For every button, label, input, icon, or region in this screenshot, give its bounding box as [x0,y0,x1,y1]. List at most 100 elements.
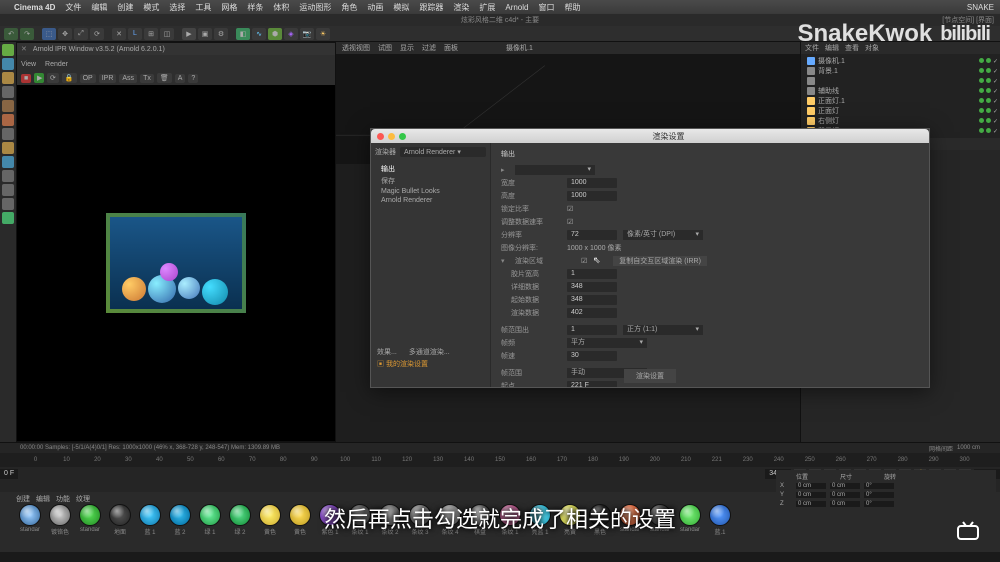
multipass-button[interactable]: 多通道渲染... [409,347,450,357]
misc2-icon[interactable] [2,212,14,224]
mat-create[interactable]: 创建 [16,494,30,504]
renderer-dropdown[interactable]: Arnold Renderer ▾ [400,147,486,157]
dialog-footer-button[interactable]: 渲染设置 [624,369,676,383]
coord-rot-input[interactable]: 0° [864,483,894,489]
tree-arnold[interactable]: Arnold Renderer [375,196,486,205]
object-checkmark[interactable]: ✓ [993,128,998,135]
material-item[interactable]: 绿 2 [226,504,254,536]
coord-pos-input[interactable]: 0 cm [796,492,826,498]
ipr-ass-button[interactable]: Ass [119,74,137,83]
visibility-dot[interactable] [979,88,984,93]
object-mode-icon[interactable] [2,58,14,70]
preset-dropdown[interactable]: ▾ [515,165,595,175]
zoom-button[interactable] [399,133,406,140]
material-item[interactable]: 地面 [106,504,134,536]
ipr-trash-icon[interactable]: 🗑 [157,73,172,83]
ipr-a-button[interactable]: A [175,74,186,83]
visibility-dot[interactable] [979,98,984,103]
workplane-tool[interactable]: ◫ [160,28,174,40]
menu-item[interactable]: 运动图形 [299,2,331,13]
render-dot[interactable] [986,98,991,103]
edge-mode-icon[interactable] [2,86,14,98]
deformer-icon[interactable]: ◈ [284,28,298,40]
visibility-dot[interactable] [979,58,984,63]
render-dot[interactable] [986,58,991,63]
mat-tex[interactable]: 纹理 [76,494,90,504]
viewport-menu-filter[interactable]: 过滤 [422,43,436,53]
menu-item[interactable]: 创建 [117,2,133,13]
rate-input[interactable]: 30 [567,351,617,361]
filmw-input[interactable]: 1 [567,269,617,279]
scale-tool[interactable]: ⤢ [74,28,88,40]
ipr-play-icon[interactable]: ▶ [34,73,44,83]
visibility-dot[interactable] [979,128,984,133]
object-checkmark[interactable]: ✓ [993,78,998,85]
object-checkmark[interactable]: ✓ [993,118,998,125]
width-input[interactable]: 1000 [567,178,617,188]
material-item[interactable]: 镀铬色 [46,504,74,536]
move-tool[interactable]: ✥ [58,28,72,40]
render-dot[interactable] [986,118,991,123]
material-item[interactable]: 蓝 2 [166,504,194,536]
model-mode-icon[interactable] [2,44,14,56]
object-row[interactable]: 摄像机.1✓ [803,56,998,66]
menu-item[interactable]: 编辑 [91,2,107,13]
rotate-tool[interactable]: ⟳ [90,28,104,40]
tree-save[interactable]: 保存 [375,175,486,187]
visibility-dot[interactable] [979,68,984,73]
pixw-input[interactable]: 348 [567,282,617,292]
material-item[interactable]: 绿 1 [196,504,224,536]
dialog-titlebar[interactable]: 渲染设置 [371,129,929,143]
render-dot[interactable] [986,78,991,83]
coord-rot-input[interactable]: 0° [864,492,894,498]
ipr-help-icon[interactable]: ? [188,74,198,83]
viewport-menu-view[interactable]: 透视视图 [342,43,370,53]
object-checkmark[interactable]: ✓ [993,68,998,75]
height-input[interactable]: 1000 [567,191,617,201]
redo-button[interactable]: ↷ [20,28,34,40]
coord-size-input[interactable]: 0 cm [830,483,860,489]
snap-tool[interactable]: ⊞ [144,28,158,40]
visibility-dot[interactable] [979,78,984,83]
object-row[interactable]: 右侧灯✓ [803,116,998,126]
material-item[interactable]: standar [676,504,704,536]
mat-edit[interactable]: 编辑 [36,494,50,504]
spline-primitive[interactable]: ∿ [252,28,266,40]
menu-item[interactable]: 窗口 [538,2,554,13]
menu-item[interactable]: 渲染 [453,2,469,13]
material-item[interactable]: standar [16,504,44,536]
timeline-start-input[interactable]: 0 F [0,469,18,479]
misc-icon[interactable] [2,198,14,210]
close-icon[interactable]: ✕ [21,45,27,53]
ipr-tab-render[interactable]: Render [45,61,68,68]
effects-button[interactable]: 效果... [377,347,397,357]
visibility-dot[interactable] [979,118,984,123]
undo-button[interactable]: ↶ [4,28,18,40]
frame-dropdown[interactable]: 正方 (1:1)▾ [623,325,703,335]
render-pv-button[interactable]: ▣ [198,28,212,40]
object-row[interactable]: ✓ [803,76,998,86]
material-item[interactable]: 蓝.1 [706,504,734,536]
menu-item[interactable]: Arnold [505,3,528,12]
menu-item[interactable]: 工具 [195,2,211,13]
select-tool[interactable]: ⬚ [42,28,56,40]
viewport-menu-cam[interactable]: 试图 [378,43,392,53]
app-name[interactable]: Cinema 4D [14,3,55,12]
adapt-checkbox[interactable]: ☑ [567,218,573,226]
material-item[interactable]: 黄色 [286,504,314,536]
generator-icon[interactable]: ⬢ [268,28,282,40]
render-settings-button[interactable]: ⚙ [214,28,228,40]
render-dot[interactable] [986,128,991,133]
timeline-ruler[interactable]: 0102030405060708090100110120130140150160… [0,453,1000,467]
coord-size-input[interactable]: 0 cm [830,501,860,507]
cube-primitive[interactable]: ◧ [236,28,250,40]
axis-icon[interactable] [2,156,14,168]
material-item[interactable]: 黄色 [256,504,284,536]
end-input[interactable]: 402 [567,308,617,318]
fps-dropdown[interactable]: 平方▾ [567,338,647,348]
preset-name[interactable]: 我的渲染设置 [386,361,428,368]
camera-icon[interactable]: 📷 [300,28,314,40]
menu-item[interactable]: 模式 [143,2,159,13]
ipr-ipr-button[interactable]: IPR [99,74,117,83]
uv-mode-icon[interactable] [2,128,14,140]
